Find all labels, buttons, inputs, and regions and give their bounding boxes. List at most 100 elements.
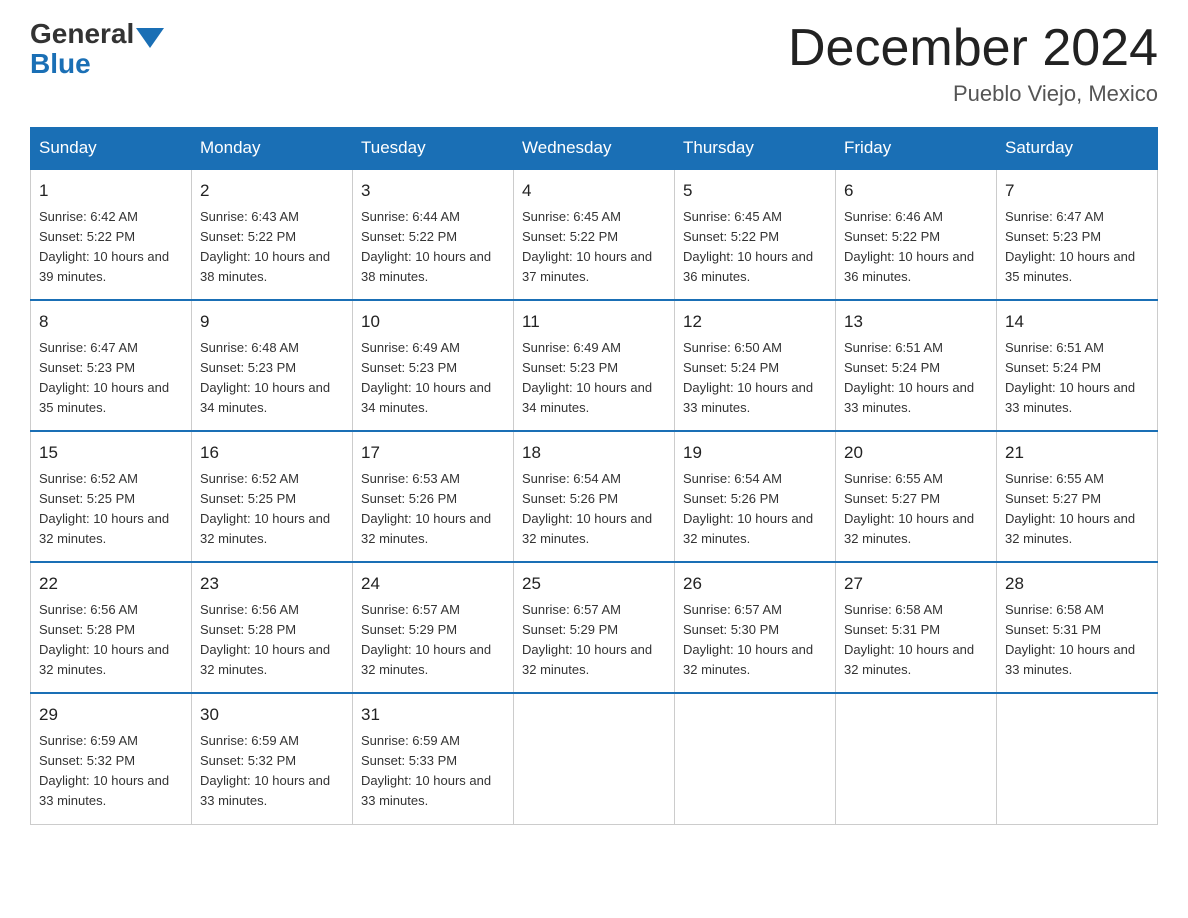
- calendar-day-cell: 7 Sunrise: 6:47 AMSunset: 5:23 PMDayligh…: [997, 169, 1158, 300]
- day-info: Sunrise: 6:45 AMSunset: 5:22 PMDaylight:…: [683, 209, 813, 284]
- day-number: 27: [844, 571, 988, 597]
- day-info: Sunrise: 6:52 AMSunset: 5:25 PMDaylight:…: [200, 471, 330, 546]
- calendar-table: SundayMondayTuesdayWednesdayThursdayFrid…: [30, 127, 1158, 824]
- day-info: Sunrise: 6:49 AMSunset: 5:23 PMDaylight:…: [522, 340, 652, 415]
- calendar-day-cell: 15 Sunrise: 6:52 AMSunset: 5:25 PMDaylig…: [31, 431, 192, 562]
- weekday-header-monday: Monday: [192, 128, 353, 170]
- weekday-header-saturday: Saturday: [997, 128, 1158, 170]
- day-number: 18: [522, 440, 666, 466]
- day-info: Sunrise: 6:58 AMSunset: 5:31 PMDaylight:…: [844, 602, 974, 677]
- day-info: Sunrise: 6:55 AMSunset: 5:27 PMDaylight:…: [1005, 471, 1135, 546]
- day-number: 2: [200, 178, 344, 204]
- calendar-week-row: 22 Sunrise: 6:56 AMSunset: 5:28 PMDaylig…: [31, 562, 1158, 693]
- empty-cell: [514, 693, 675, 824]
- day-number: 29: [39, 702, 183, 728]
- calendar-day-cell: 6 Sunrise: 6:46 AMSunset: 5:22 PMDayligh…: [836, 169, 997, 300]
- day-number: 11: [522, 309, 666, 335]
- calendar-day-cell: 23 Sunrise: 6:56 AMSunset: 5:28 PMDaylig…: [192, 562, 353, 693]
- day-number: 13: [844, 309, 988, 335]
- day-number: 20: [844, 440, 988, 466]
- day-info: Sunrise: 6:57 AMSunset: 5:29 PMDaylight:…: [522, 602, 652, 677]
- day-number: 28: [1005, 571, 1149, 597]
- calendar-week-row: 15 Sunrise: 6:52 AMSunset: 5:25 PMDaylig…: [31, 431, 1158, 562]
- calendar-day-cell: 22 Sunrise: 6:56 AMSunset: 5:28 PMDaylig…: [31, 562, 192, 693]
- day-info: Sunrise: 6:57 AMSunset: 5:30 PMDaylight:…: [683, 602, 813, 677]
- weekday-header-friday: Friday: [836, 128, 997, 170]
- day-info: Sunrise: 6:57 AMSunset: 5:29 PMDaylight:…: [361, 602, 491, 677]
- day-info: Sunrise: 6:56 AMSunset: 5:28 PMDaylight:…: [39, 602, 169, 677]
- calendar-week-row: 1 Sunrise: 6:42 AMSunset: 5:22 PMDayligh…: [31, 169, 1158, 300]
- day-number: 14: [1005, 309, 1149, 335]
- calendar-day-cell: 26 Sunrise: 6:57 AMSunset: 5:30 PMDaylig…: [675, 562, 836, 693]
- day-number: 22: [39, 571, 183, 597]
- day-info: Sunrise: 6:55 AMSunset: 5:27 PMDaylight:…: [844, 471, 974, 546]
- day-info: Sunrise: 6:42 AMSunset: 5:22 PMDaylight:…: [39, 209, 169, 284]
- day-info: Sunrise: 6:59 AMSunset: 5:32 PMDaylight:…: [200, 733, 330, 808]
- calendar-day-cell: 19 Sunrise: 6:54 AMSunset: 5:26 PMDaylig…: [675, 431, 836, 562]
- day-info: Sunrise: 6:51 AMSunset: 5:24 PMDaylight:…: [844, 340, 974, 415]
- day-info: Sunrise: 6:51 AMSunset: 5:24 PMDaylight:…: [1005, 340, 1135, 415]
- day-info: Sunrise: 6:49 AMSunset: 5:23 PMDaylight:…: [361, 340, 491, 415]
- page-header: General Blue December 2024 Pueblo Viejo,…: [30, 20, 1158, 107]
- day-info: Sunrise: 6:56 AMSunset: 5:28 PMDaylight:…: [200, 602, 330, 677]
- day-number: 8: [39, 309, 183, 335]
- day-number: 16: [200, 440, 344, 466]
- calendar-day-cell: 18 Sunrise: 6:54 AMSunset: 5:26 PMDaylig…: [514, 431, 675, 562]
- calendar-day-cell: 20 Sunrise: 6:55 AMSunset: 5:27 PMDaylig…: [836, 431, 997, 562]
- day-number: 5: [683, 178, 827, 204]
- logo-triangle-icon: [136, 28, 164, 48]
- empty-cell: [997, 693, 1158, 824]
- day-number: 30: [200, 702, 344, 728]
- calendar-day-cell: 31 Sunrise: 6:59 AMSunset: 5:33 PMDaylig…: [353, 693, 514, 824]
- day-info: Sunrise: 6:50 AMSunset: 5:24 PMDaylight:…: [683, 340, 813, 415]
- day-number: 25: [522, 571, 666, 597]
- day-number: 24: [361, 571, 505, 597]
- day-number: 15: [39, 440, 183, 466]
- calendar-day-cell: 14 Sunrise: 6:51 AMSunset: 5:24 PMDaylig…: [997, 300, 1158, 431]
- day-number: 7: [1005, 178, 1149, 204]
- logo-blue-text: Blue: [30, 48, 91, 79]
- day-info: Sunrise: 6:54 AMSunset: 5:26 PMDaylight:…: [522, 471, 652, 546]
- day-info: Sunrise: 6:54 AMSunset: 5:26 PMDaylight:…: [683, 471, 813, 546]
- day-info: Sunrise: 6:44 AMSunset: 5:22 PMDaylight:…: [361, 209, 491, 284]
- calendar-day-cell: 10 Sunrise: 6:49 AMSunset: 5:23 PMDaylig…: [353, 300, 514, 431]
- day-number: 23: [200, 571, 344, 597]
- day-info: Sunrise: 6:47 AMSunset: 5:23 PMDaylight:…: [1005, 209, 1135, 284]
- calendar-day-cell: 13 Sunrise: 6:51 AMSunset: 5:24 PMDaylig…: [836, 300, 997, 431]
- day-number: 12: [683, 309, 827, 335]
- title-block: December 2024 Pueblo Viejo, Mexico: [788, 20, 1158, 107]
- weekday-header-tuesday: Tuesday: [353, 128, 514, 170]
- calendar-day-cell: 9 Sunrise: 6:48 AMSunset: 5:23 PMDayligh…: [192, 300, 353, 431]
- calendar-day-cell: 28 Sunrise: 6:58 AMSunset: 5:31 PMDaylig…: [997, 562, 1158, 693]
- logo-general-text: General: [30, 20, 134, 48]
- weekday-header-wednesday: Wednesday: [514, 128, 675, 170]
- calendar-day-cell: 27 Sunrise: 6:58 AMSunset: 5:31 PMDaylig…: [836, 562, 997, 693]
- calendar-day-cell: 5 Sunrise: 6:45 AMSunset: 5:22 PMDayligh…: [675, 169, 836, 300]
- empty-cell: [675, 693, 836, 824]
- month-title: December 2024: [788, 20, 1158, 77]
- calendar-day-cell: 29 Sunrise: 6:59 AMSunset: 5:32 PMDaylig…: [31, 693, 192, 824]
- day-info: Sunrise: 6:45 AMSunset: 5:22 PMDaylight:…: [522, 209, 652, 284]
- calendar-day-cell: 4 Sunrise: 6:45 AMSunset: 5:22 PMDayligh…: [514, 169, 675, 300]
- day-info: Sunrise: 6:43 AMSunset: 5:22 PMDaylight:…: [200, 209, 330, 284]
- day-info: Sunrise: 6:53 AMSunset: 5:26 PMDaylight:…: [361, 471, 491, 546]
- calendar-day-cell: 2 Sunrise: 6:43 AMSunset: 5:22 PMDayligh…: [192, 169, 353, 300]
- calendar-header-row: SundayMondayTuesdayWednesdayThursdayFrid…: [31, 128, 1158, 170]
- calendar-day-cell: 24 Sunrise: 6:57 AMSunset: 5:29 PMDaylig…: [353, 562, 514, 693]
- day-info: Sunrise: 6:59 AMSunset: 5:33 PMDaylight:…: [361, 733, 491, 808]
- logo: General Blue: [30, 20, 166, 80]
- day-info: Sunrise: 6:52 AMSunset: 5:25 PMDaylight:…: [39, 471, 169, 546]
- day-number: 17: [361, 440, 505, 466]
- day-info: Sunrise: 6:48 AMSunset: 5:23 PMDaylight:…: [200, 340, 330, 415]
- day-number: 10: [361, 309, 505, 335]
- weekday-header-thursday: Thursday: [675, 128, 836, 170]
- day-number: 26: [683, 571, 827, 597]
- calendar-day-cell: 17 Sunrise: 6:53 AMSunset: 5:26 PMDaylig…: [353, 431, 514, 562]
- day-number: 1: [39, 178, 183, 204]
- calendar-day-cell: 8 Sunrise: 6:47 AMSunset: 5:23 PMDayligh…: [31, 300, 192, 431]
- calendar-day-cell: 1 Sunrise: 6:42 AMSunset: 5:22 PMDayligh…: [31, 169, 192, 300]
- day-number: 9: [200, 309, 344, 335]
- calendar-week-row: 8 Sunrise: 6:47 AMSunset: 5:23 PMDayligh…: [31, 300, 1158, 431]
- calendar-day-cell: 3 Sunrise: 6:44 AMSunset: 5:22 PMDayligh…: [353, 169, 514, 300]
- day-number: 31: [361, 702, 505, 728]
